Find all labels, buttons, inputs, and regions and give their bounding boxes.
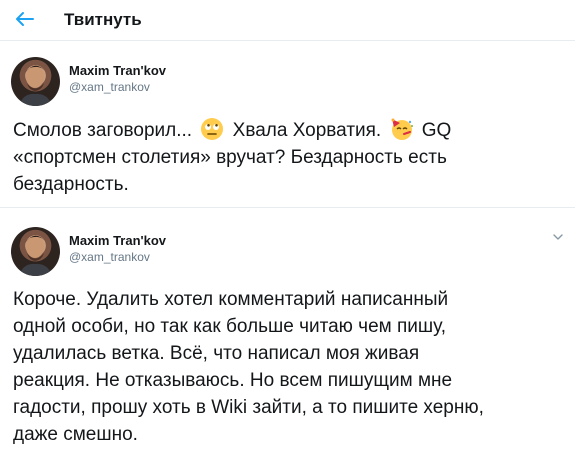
author-handle[interactable]: @xam_trankov [69, 79, 166, 95]
author-handle[interactable]: @xam_trankov [69, 249, 166, 265]
author-name[interactable]: Maxim Tran'kov [69, 233, 166, 249]
tweet-text-line: «спортсмен столетия» вручат? Бездарность… [13, 147, 447, 168]
arrow-left-icon[interactable] [14, 8, 36, 30]
tweet-text-line: Короче. Удалить хотел комментарий написа… [13, 289, 449, 310]
quoted-tweet[interactable]: Maxim Tran'kov @xam_trankov Смолов загов… [0, 42, 575, 208]
compose-header: Твитнуть [0, 0, 575, 41]
tweet-text-line: реакция. Не отказываюсь. Но всем пишущим… [13, 370, 453, 391]
tweet-author: Maxim Tran'kov @xam_trankov [69, 63, 166, 95]
tweet-text: Короче. Удалить хотел комментарий написа… [13, 286, 573, 448]
partying-face-emoji-icon [390, 117, 414, 141]
rolling-eyes-emoji-icon [200, 117, 224, 141]
main-tweet[interactable]: Maxim Tran'kov @xam_trankov Короче. Удал… [0, 208, 575, 472]
tweet-text-line: даже смешно. [13, 424, 138, 445]
text-segment: Хвала Хорватия. [232, 120, 382, 141]
tweet-text: Смолов заговорил... Хвала Хорватия. GQ «… [13, 117, 573, 198]
tweet-text-line: одной особи, но так как больше читаю чем… [13, 316, 446, 337]
avatar[interactable] [11, 57, 60, 106]
tweet-text-line: удалилась ветка. Всё, что написал моя жи… [13, 343, 420, 364]
text-segment: GQ [421, 120, 452, 141]
tweet-text-line: гадости, прошу хоть в Wiki зайти, а то п… [13, 397, 484, 418]
tweet-author: Maxim Tran'kov @xam_trankov [69, 233, 166, 265]
text-segment: Смолов заговорил... [13, 120, 193, 141]
avatar[interactable] [11, 227, 60, 276]
chevron-down-icon[interactable] [551, 230, 565, 244]
page-title: Твитнуть [64, 10, 142, 29]
tweet-text-line: Смолов заговорил... Хвала Хорватия. GQ [13, 117, 573, 144]
tweet-text-line: бездарность. [13, 174, 129, 195]
author-name[interactable]: Maxim Tran'kov [69, 63, 166, 79]
